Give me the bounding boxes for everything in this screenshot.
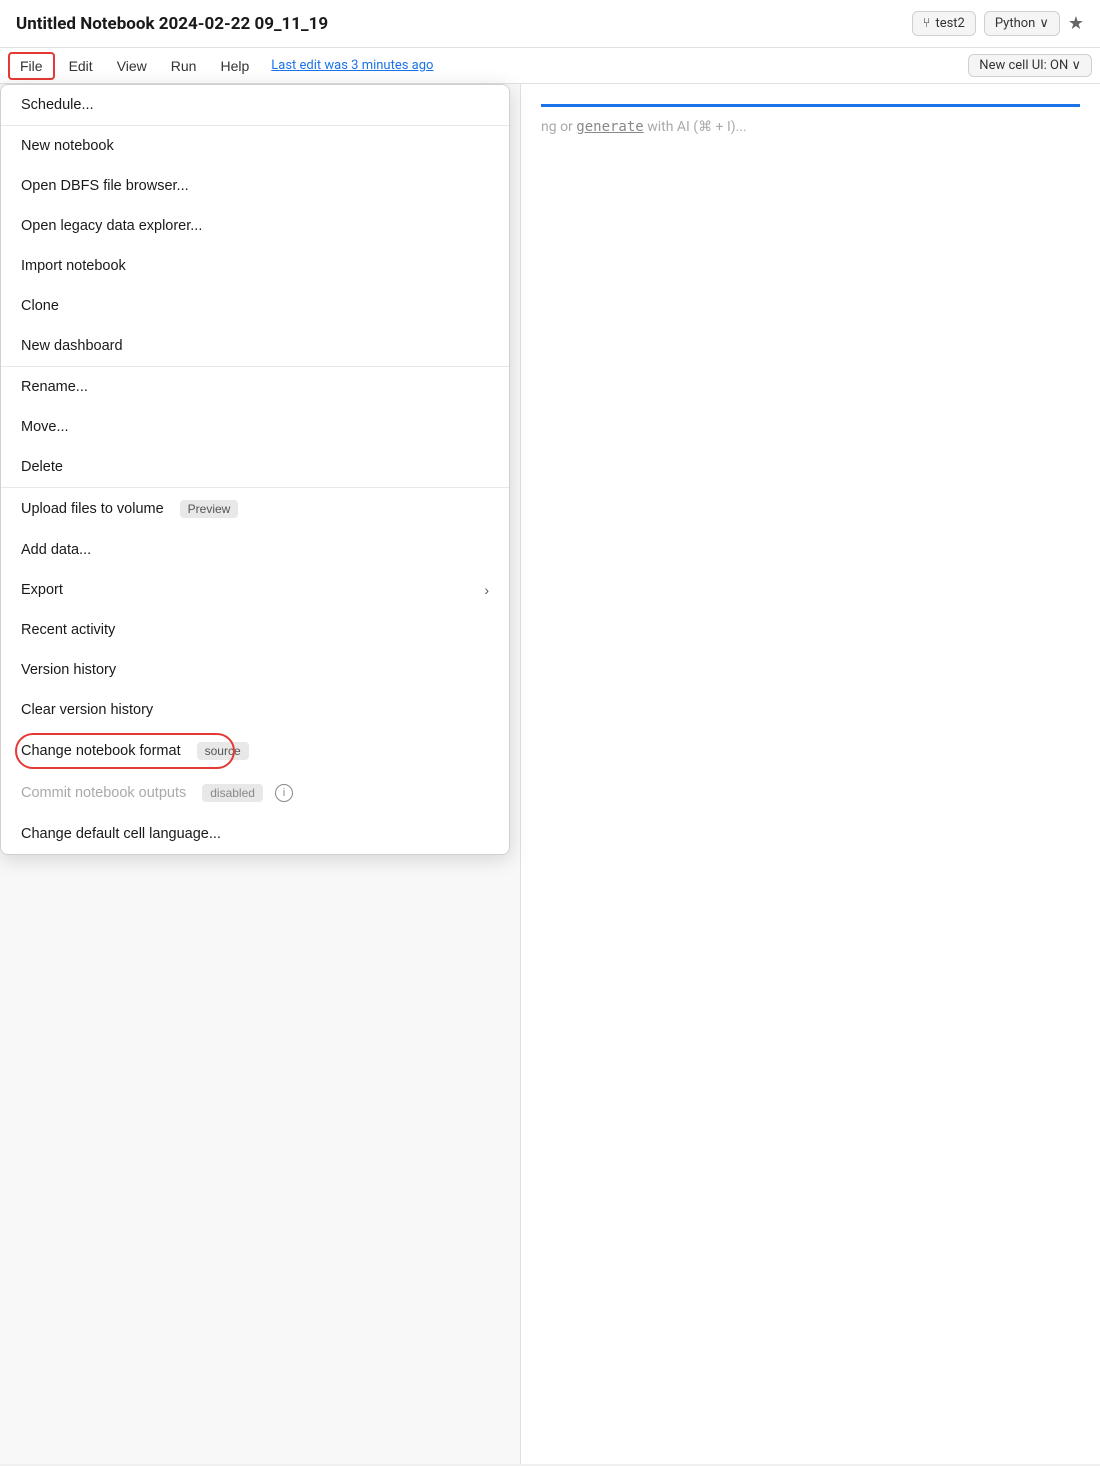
recent-activity-label: Recent activity — [21, 622, 115, 638]
menu-run[interactable]: Run — [161, 54, 207, 78]
top-bar-right: ⑂ test2 Python ∨ ★ — [912, 11, 1084, 36]
menu-item-import-notebook[interactable]: Import notebook — [1, 246, 509, 286]
chevron-right-icon: › — [484, 582, 489, 598]
open-dbfs-label: Open DBFS file browser... — [21, 178, 189, 194]
new-dashboard-label: New dashboard — [21, 338, 123, 354]
menu-item-new-notebook[interactable]: New notebook — [1, 126, 509, 166]
upload-files-label: Upload files to volume — [21, 501, 164, 517]
menu-item-open-legacy[interactable]: Open legacy data explorer... — [1, 206, 509, 246]
menu-item-rename[interactable]: Rename... — [1, 367, 509, 407]
cell-hint-text: ng or — [541, 119, 576, 135]
change-format-group: Change notebook format source — [21, 742, 249, 760]
cell-hint-suffix: with AI (⌘ + I)... — [644, 119, 747, 135]
chevron-down-icon: ∨ — [1039, 16, 1049, 31]
clone-label: Clone — [21, 298, 59, 314]
menu-item-recent-activity[interactable]: Recent activity — [1, 610, 509, 650]
commit-notebook-outputs-label: Commit notebook outputs — [21, 785, 186, 801]
top-bar: Untitled Notebook 2024-02-22 09_11_19 ⑂ … — [0, 0, 1100, 48]
menu-item-schedule[interactable]: Schedule... — [1, 85, 509, 125]
commit-outputs-group: Commit notebook outputs disabled i — [21, 784, 293, 802]
menu-bar: File Edit View Run Help Last edit was 3 … — [0, 48, 1100, 84]
dropdown-section-2: New notebook Open DBFS file browser... O… — [1, 126, 509, 367]
change-format-badge: source — [197, 742, 249, 760]
move-label: Move... — [21, 419, 69, 435]
main-content: ng or generate with AI (⌘ + I)... Schedu… — [0, 84, 1100, 1464]
menu-file[interactable]: File — [8, 52, 55, 80]
menu-item-export[interactable]: Export › — [1, 570, 509, 610]
git-icon: ⑂ — [923, 16, 931, 31]
menu-item-upload-files[interactable]: Upload files to volume Preview — [1, 488, 509, 530]
branch-button[interactable]: ⑂ test2 — [912, 11, 976, 36]
file-dropdown-menu: Schedule... New notebook Open DBFS file … — [0, 84, 510, 855]
menu-item-move[interactable]: Move... — [1, 407, 509, 447]
menu-item-commit-notebook-outputs: Commit notebook outputs disabled i — [1, 772, 509, 814]
info-icon[interactable]: i — [275, 784, 293, 802]
notebook-title: Untitled Notebook 2024-02-22 09_11_19 — [16, 14, 328, 34]
cell-hint: ng or generate with AI (⌘ + I)... — [541, 119, 1080, 135]
dropdown-section-1: Schedule... — [1, 85, 509, 126]
upload-files-group: Upload files to volume Preview — [21, 500, 238, 518]
dropdown-section-4: Upload files to volume Preview Add data.… — [1, 488, 509, 854]
commit-outputs-badge: disabled — [202, 784, 263, 802]
star-button[interactable]: ★ — [1068, 13, 1084, 34]
menu-item-version-history[interactable]: Version history — [1, 650, 509, 690]
cell-area: ng or generate with AI (⌘ + I)... — [520, 84, 1100, 1464]
change-default-cell-label: Change default cell language... — [21, 826, 221, 842]
delete-label: Delete — [21, 459, 63, 475]
menu-item-clone[interactable]: Clone — [1, 286, 509, 326]
language-label: Python — [995, 16, 1035, 31]
upload-files-badge: Preview — [180, 500, 239, 518]
new-cell-toggle[interactable]: New cell UI: ON ∨ — [968, 54, 1092, 77]
cell-border — [541, 104, 1080, 107]
dropdown-section-3: Rename... Move... Delete — [1, 367, 509, 488]
export-label: Export — [21, 582, 63, 598]
branch-name: test2 — [935, 16, 964, 31]
menu-item-add-data[interactable]: Add data... — [1, 530, 509, 570]
menu-item-change-notebook-format[interactable]: Change notebook format source — [1, 730, 509, 772]
add-data-label: Add data... — [21, 542, 91, 558]
version-history-label: Version history — [21, 662, 116, 678]
new-notebook-label: New notebook — [21, 138, 114, 154]
change-notebook-format-label: Change notebook format — [21, 743, 181, 759]
menu-item-new-dashboard[interactable]: New dashboard — [1, 326, 509, 366]
last-edit-label[interactable]: Last edit was 3 minutes ago — [271, 58, 433, 73]
generate-link[interactable]: generate — [576, 119, 643, 135]
clear-version-history-label: Clear version history — [21, 702, 153, 718]
import-notebook-label: Import notebook — [21, 258, 126, 274]
menu-item-open-dbfs[interactable]: Open DBFS file browser... — [1, 166, 509, 206]
menu-edit[interactable]: Edit — [59, 54, 103, 78]
menu-help[interactable]: Help — [210, 54, 259, 78]
menu-item-delete[interactable]: Delete — [1, 447, 509, 487]
rename-label: Rename... — [21, 379, 88, 395]
menu-view[interactable]: View — [107, 54, 157, 78]
menu-item-schedule-label: Schedule... — [21, 97, 94, 113]
language-selector[interactable]: Python ∨ — [984, 11, 1060, 36]
menu-item-clear-version-history[interactable]: Clear version history — [1, 690, 509, 730]
open-legacy-label: Open legacy data explorer... — [21, 218, 202, 234]
menu-item-change-default-cell[interactable]: Change default cell language... — [1, 814, 509, 854]
